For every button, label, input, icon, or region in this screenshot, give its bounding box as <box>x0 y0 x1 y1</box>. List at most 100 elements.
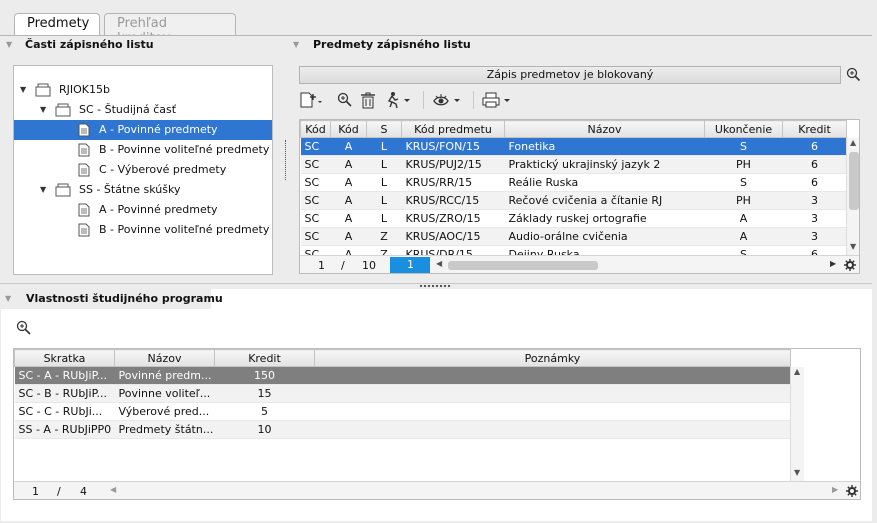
column-header[interactable]: Názov <box>114 349 215 367</box>
delete-button[interactable] <box>360 90 376 110</box>
tab-bar: Predmety Prehľad kreditov <box>0 0 877 46</box>
column-header[interactable]: Poznámky <box>314 349 791 367</box>
table-cell: L <box>366 191 402 210</box>
table-cell: KRUS/PUJ2/15 <box>401 155 505 174</box>
column-header[interactable]: Kredit <box>782 120 847 138</box>
blocked-status-bar: Zápis predmetov je blokovaný <box>299 66 841 84</box>
table-cell: Výberové pred... <box>114 402 215 421</box>
tree-item-label: RJIOK15b <box>59 83 110 96</box>
pager-total: 4 <box>80 485 87 498</box>
tab-prehlad-kreditov[interactable]: Prehľad kreditov <box>104 13 236 46</box>
table-cell: SC <box>300 155 331 174</box>
table-row[interactable]: SC - B - RUbJiP... Povinne voliteľ... 15 <box>14 384 791 403</box>
table-row[interactable]: SC A L KRUS/PUJ2/15 Praktický ukrajinský… <box>300 155 847 174</box>
horizontal-scrollbar[interactable]: ◀ ▶ <box>432 258 836 272</box>
column-header[interactable]: S <box>366 120 402 138</box>
scroll-down-icon[interactable]: ▼ <box>850 242 856 251</box>
table-row[interactable]: SC A Z KRUS/AOC/15 Audio-orálne cvičenia… <box>300 227 847 246</box>
expand-toggle-icon[interactable]: ▼ <box>40 100 46 120</box>
table-cell: KRUS/ZRO/15 <box>401 209 505 228</box>
table-cell: SC <box>300 227 331 246</box>
table-row[interactable]: SC - C - RUbJi... Výberové pred... 5 <box>14 402 791 421</box>
table-row[interactable]: SC A L KRUS/ZRO/15 Základy ruskej ortogr… <box>300 209 847 228</box>
vertical-splitter[interactable] <box>284 140 287 180</box>
vertical-scrollbar[interactable]: ▲ ▼ <box>846 138 859 255</box>
table-row[interactable]: SC A L KRUS/RCC/15 Rečové cvičenia a čít… <box>300 191 847 210</box>
tree-item-ss[interactable]: ▼ SS - Štátne skúšky <box>14 180 272 200</box>
scrollbar-thumb[interactable] <box>849 152 859 210</box>
table-row[interactable]: SC A L KRUS/RR/15 Reálie Ruska S 6 <box>300 173 847 192</box>
view-button[interactable] <box>432 90 464 110</box>
tree-view: ▼ RJIOK15b ▼ SC - Študijná časť A - Povi… <box>13 65 273 275</box>
table-cell: S <box>704 137 783 156</box>
tab-predmety[interactable]: Predmety <box>14 13 100 36</box>
table-cell: Praktický ukrajinský jazyk 2 <box>504 155 705 174</box>
table-cell: A <box>330 155 367 174</box>
toolbar-separator <box>423 91 424 109</box>
print-button[interactable] <box>482 90 514 110</box>
tree-item-rjiok15b[interactable]: ▼ RJIOK15b <box>14 80 272 100</box>
zoom-in-icon[interactable] <box>16 320 32 336</box>
printer-icon <box>482 92 510 108</box>
column-header[interactable]: Kód predmetu <box>401 120 505 138</box>
table-row[interactable]: SC A L KRUS/FON/15 Fonetika S 6 <box>300 137 847 156</box>
scroll-right-icon[interactable]: ▶ <box>832 485 838 494</box>
table-cell: 10 <box>214 420 315 439</box>
panel-title: Časti zápisného listu <box>25 38 154 51</box>
tree-item-label: C - Výberové predmety <box>99 163 227 176</box>
column-header[interactable]: Kód <box>330 120 367 138</box>
column-header[interactable]: Názov <box>504 120 705 138</box>
scrollbar-thumb[interactable] <box>448 261 598 270</box>
horizontal-scrollbar[interactable]: ◀ ▶ <box>106 484 841 498</box>
table-cell: SC <box>300 191 331 210</box>
folder-icon <box>35 83 51 97</box>
column-header[interactable]: Kód <box>300 120 331 138</box>
tree-item-sc-b[interactable]: B - Povinne voliteľné predmety <box>14 140 272 160</box>
tree-item-label: A - Povinné predmety <box>99 203 218 216</box>
table-cell: S <box>704 173 783 192</box>
gear-icon[interactable] <box>846 485 858 497</box>
vertical-scrollbar[interactable]: ▲ ▼ <box>790 367 804 481</box>
tree-item-label: SS - Štátne skúšky <box>79 183 181 196</box>
document-icon <box>78 223 90 237</box>
scroll-up-icon[interactable]: ▲ <box>850 138 856 147</box>
table-cell: L <box>366 173 402 192</box>
zoom-in-icon[interactable] <box>846 67 861 82</box>
table-cell: 3 <box>782 191 847 210</box>
collapse-arrow-icon[interactable]: ▼ <box>5 294 11 303</box>
scroll-left-icon[interactable]: ◀ <box>436 259 442 268</box>
scroll-down-icon[interactable]: ▼ <box>794 468 800 477</box>
table-cell: PH <box>704 155 783 174</box>
tree-item-ss-b[interactable]: B - Povinne voliteľné predmety <box>14 220 272 240</box>
collapse-arrow-icon[interactable]: ▼ <box>293 40 299 49</box>
actions-button[interactable] <box>384 90 412 110</box>
tree-item-label: SC - Študijná časť <box>79 103 177 116</box>
gear-icon[interactable] <box>844 259 856 271</box>
table-cell: SS - A - RUbJiPP0 <box>14 420 115 439</box>
expand-toggle-icon[interactable]: ▼ <box>20 80 26 100</box>
column-header[interactable]: Ukončenie <box>704 120 783 138</box>
scroll-left-icon[interactable]: ◀ <box>110 485 116 494</box>
collapse-arrow-icon[interactable]: ▼ <box>6 40 12 49</box>
column-header[interactable]: Kredit <box>214 349 315 367</box>
table-cell: L <box>366 137 402 156</box>
tree-item-ss-a[interactable]: A - Povinné predmety <box>14 200 272 220</box>
scroll-up-icon[interactable]: ▲ <box>794 367 800 376</box>
scroll-right-icon[interactable]: ▶ <box>830 259 836 268</box>
zoom-button[interactable] <box>337 90 353 110</box>
table-cell: Rečové cvičenia a čítanie RJ <box>504 191 705 210</box>
table-cell: SC - A - RUbJiP... <box>14 366 115 385</box>
table-cell <box>314 420 791 439</box>
tree-item-sc-c[interactable]: C - Výberové predmety <box>14 160 272 180</box>
table-cell <box>314 402 791 421</box>
page-number-input[interactable]: 1 <box>390 257 430 273</box>
new-item-button[interactable] <box>299 90 323 110</box>
table-row[interactable]: SS - A - RUbJiPP0 Predmety štátn... 10 <box>14 420 791 439</box>
table-cell: Z <box>366 227 402 246</box>
expand-toggle-icon[interactable]: ▼ <box>40 180 46 200</box>
tree-item-sc-a[interactable]: A - Povinné predmety <box>14 120 272 140</box>
table-cell: KRUS/FON/15 <box>401 137 505 156</box>
column-header[interactable]: Skratka <box>14 349 115 367</box>
table-row[interactable]: SC - A - RUbJiP... Povinné predm... 150 <box>14 366 791 385</box>
tree-item-sc[interactable]: ▼ SC - Študijná časť <box>14 100 272 120</box>
